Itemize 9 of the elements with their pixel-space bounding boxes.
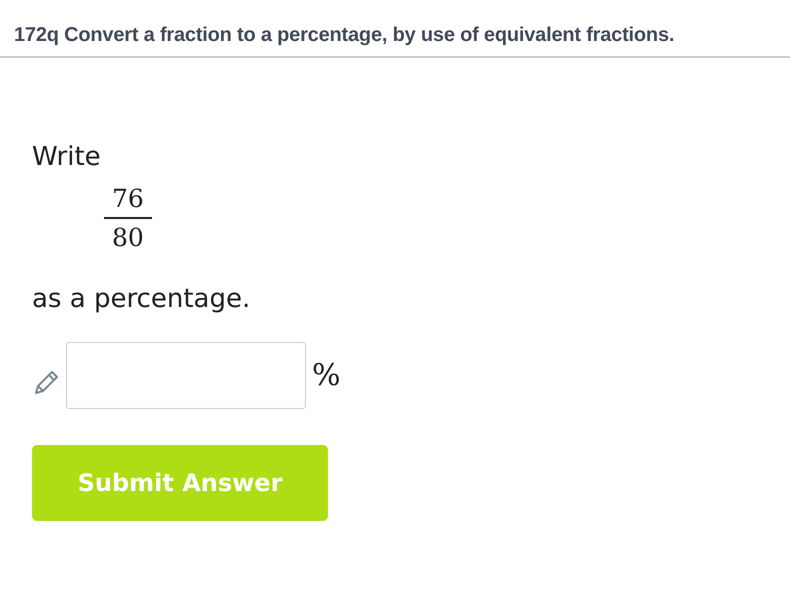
question-title: 172q Convert a fraction to a percentage, by use of equivalent fractions. [14,24,674,46]
answer-field[interactable] [66,342,306,409]
submit-button[interactable]: Submit Answer [32,445,328,521]
unit-label: % [312,358,341,393]
denominator: 80 [112,222,144,252]
prompt-text: as a percentage. [32,284,252,314]
numerator: 76 [104,184,152,219]
prompt-text: Write [32,142,102,172]
pencil-icon [32,368,60,396]
